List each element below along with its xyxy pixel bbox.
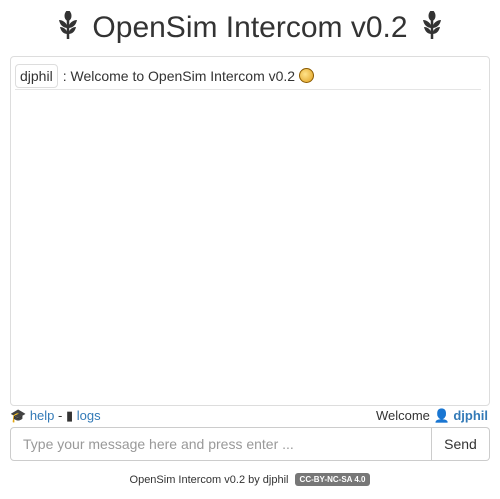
leaf-icon [59,11,78,39]
message-form: Send [10,427,490,461]
footer-links: 🎓 help - ▮ logs [10,408,101,424]
title-text: OpenSim Intercom v0.2 [92,11,408,44]
license-badge[interactable]: CC-BY-NC-SA 4.0 [294,473,371,486]
footer: OpenSim Intercom v0.2 by djphil CC-BY-NC… [0,473,500,486]
send-button[interactable]: Send [432,427,490,461]
chat-log[interactable]: djphil : Welcome to OpenSim Intercom v0.… [10,56,490,406]
footer-text: OpenSim Intercom v0.2 by djphil [129,474,289,486]
message-input[interactable] [10,427,432,461]
nick-button[interactable]: djphil [15,63,58,88]
message-text: : Welcome to OpenSim Intercom v0.2 [62,67,296,84]
welcome-user: Welcome 👤 djphil [376,408,488,424]
username-link[interactable]: djphil [453,408,488,423]
logs-link[interactable]: logs [77,408,101,423]
separator: - [58,408,63,423]
user-icon: 👤 [433,408,450,423]
file-icon: ▮ [65,408,74,423]
page-title: OpenSim Intercom v0.2 [0,8,500,48]
chat-message: djphil : Welcome to OpenSim Intercom v0.… [15,62,481,90]
help-link[interactable]: help [30,408,55,423]
graduation-cap-icon: 🎓 [10,408,27,423]
smiley-icon [299,68,315,83]
welcome-label: Welcome [375,408,430,423]
leaf-icon [422,11,441,39]
